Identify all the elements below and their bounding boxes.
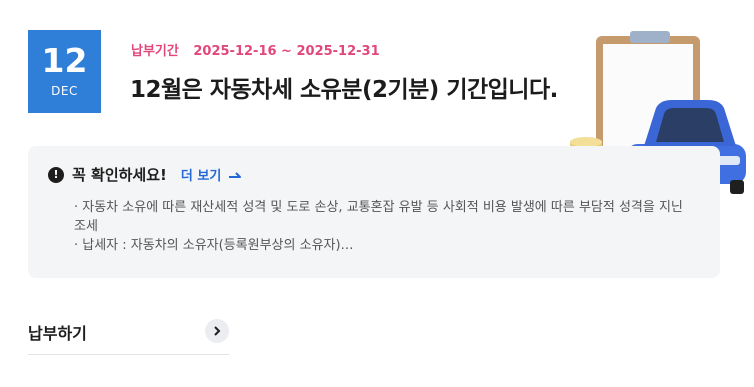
date-month: DEC <box>51 84 78 98</box>
list-item: · 자동차 소유에 따른 재산세적 성격 및 도로 손상, 교통혼잡 유발 등 … <box>74 200 683 234</box>
notice-list: · 자동차 소유에 따른 재산세적 성격 및 도로 손상, 교통혼잡 유발 등 … <box>74 198 694 255</box>
date-day: 12 <box>41 41 88 80</box>
list-item: · 납세자 : 자동차의 소유자(등록원부상의 소유자)… <box>74 238 354 253</box>
payment-period: 납부기간 2025-12-16 ~ 2025-12-31 <box>131 40 380 59</box>
pay-button[interactable]: 납부하기 <box>28 314 229 355</box>
notice-header: ! 꼭 확인하세요! 더 보기 <box>48 164 242 185</box>
pay-label: 납부하기 <box>28 324 87 343</box>
page-title: 12월은 자동차세 소유분(2기분) 기간입니다. <box>130 77 558 103</box>
more-link-label: 더 보기 <box>180 169 222 184</box>
period-label: 납부기간 <box>131 44 179 59</box>
arrow-right-icon <box>229 171 242 178</box>
alert-icon: ! <box>48 166 64 183</box>
period-range: 2025-12-16 ~ 2025-12-31 <box>193 44 380 59</box>
chevron-right-icon[interactable] <box>205 319 229 343</box>
more-link[interactable]: 더 보기 <box>181 165 242 184</box>
notice-box: ! 꼭 확인하세요! 더 보기 · 자동차 소유에 따른 재산세적 성격 및 도… <box>28 146 720 278</box>
notice-title: 꼭 확인하세요! <box>72 166 167 184</box>
date-badge: 12 DEC <box>28 30 101 113</box>
